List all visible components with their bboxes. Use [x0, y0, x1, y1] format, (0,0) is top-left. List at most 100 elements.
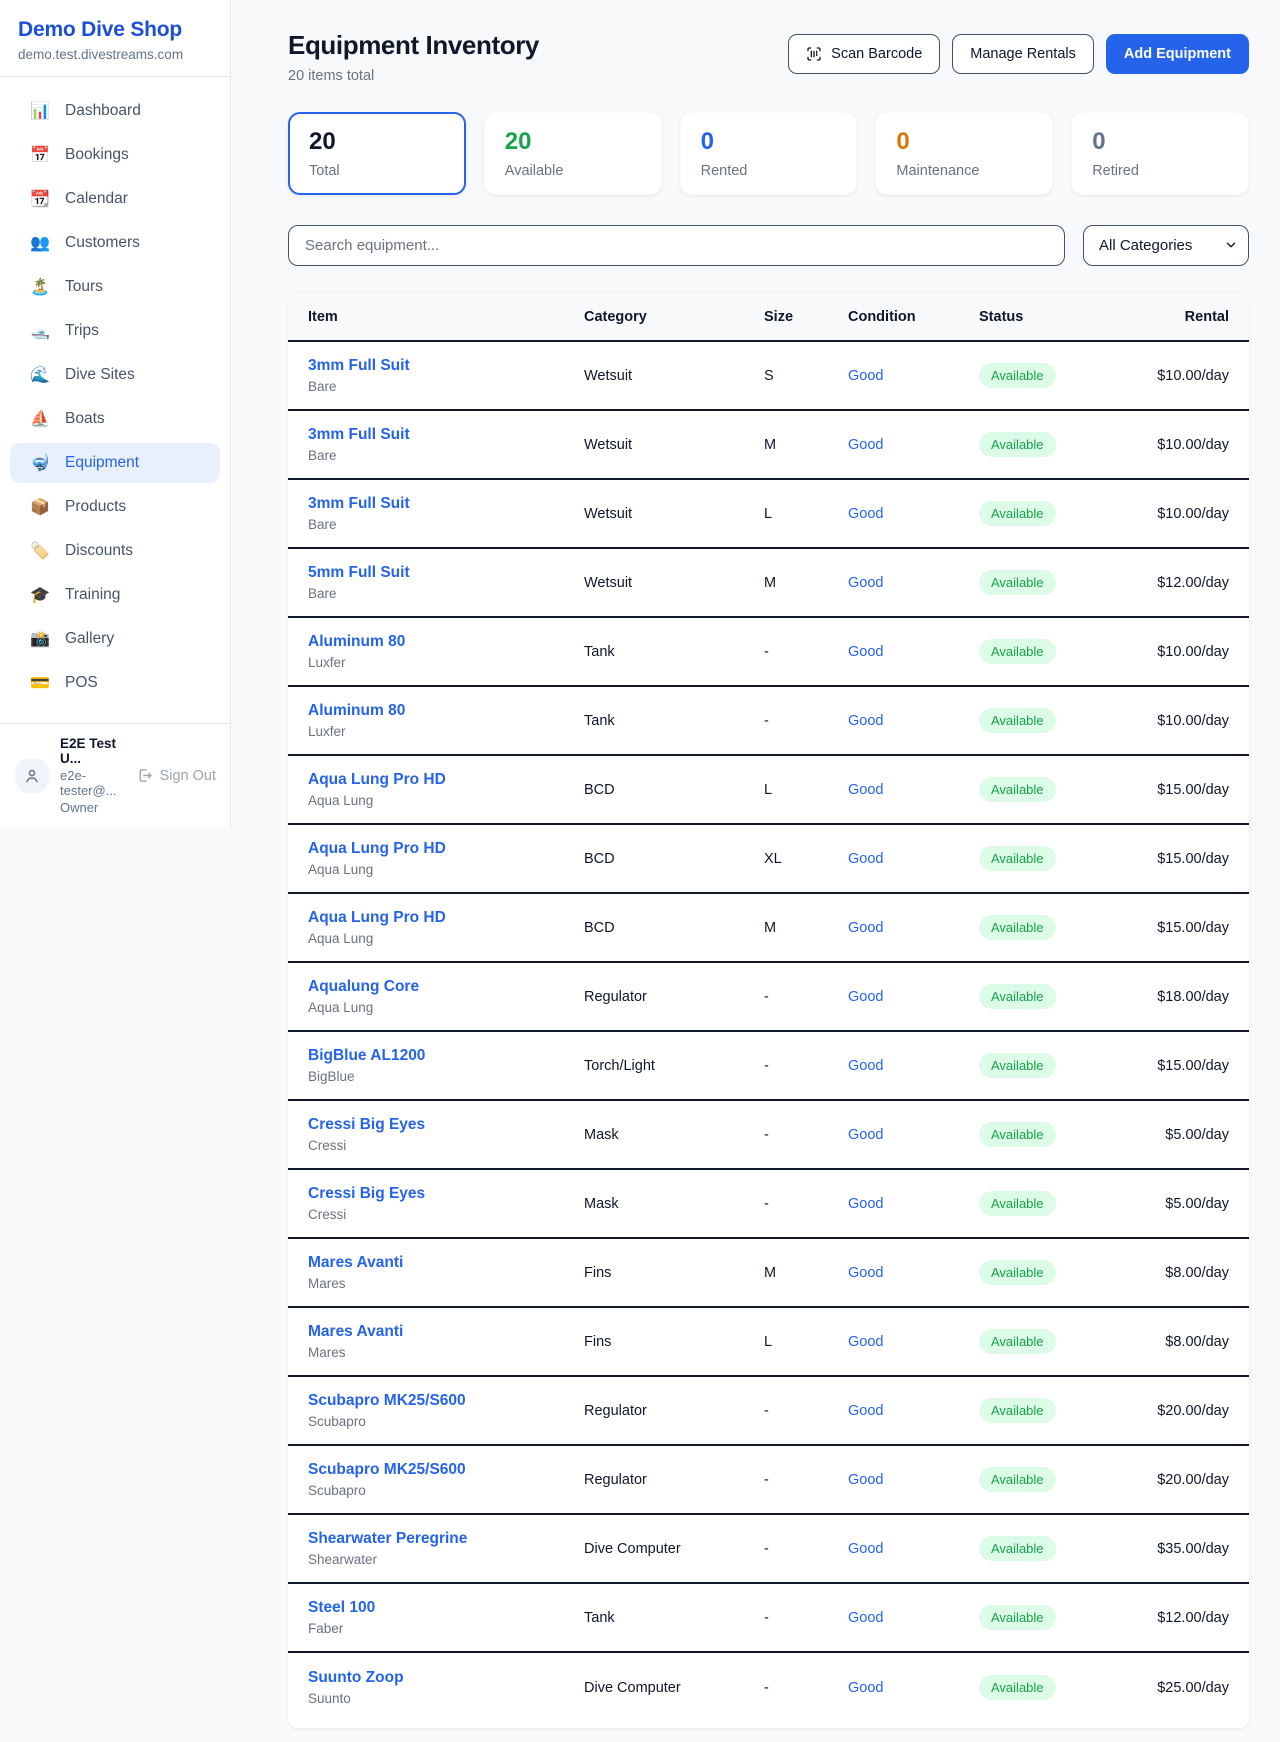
- item-condition-link[interactable]: Good: [848, 713, 979, 729]
- sidebar-item[interactable]: 🏷️ Discounts: [10, 531, 220, 571]
- category-select[interactable]: All Categories: [1083, 225, 1249, 266]
- table-row: Aqua Lung Pro HD Aqua Lung BCD XL Good A…: [288, 825, 1249, 894]
- sidebar-item[interactable]: 📆 Calendar: [10, 179, 220, 219]
- nav-icon: 🎓: [30, 585, 50, 605]
- brand-title[interactable]: Demo Dive Shop: [18, 18, 212, 42]
- sidebar-item[interactable]: 🏝️ Tours: [10, 267, 220, 307]
- item-condition-link[interactable]: Good: [848, 437, 979, 453]
- item-condition-link[interactable]: Good: [848, 920, 979, 936]
- item-condition-link[interactable]: Good: [848, 989, 979, 1005]
- stat-label: Available: [505, 163, 641, 179]
- add-equipment-button[interactable]: Add Equipment: [1106, 34, 1249, 74]
- item-name-link[interactable]: 5mm Full Suit: [308, 564, 584, 582]
- sidebar-item[interactable]: 📸 Gallery: [10, 619, 220, 659]
- main-content: Equipment Inventory 20 items total Scan …: [231, 0, 1280, 1728]
- item-name-link[interactable]: Shearwater Peregrine: [308, 1530, 584, 1548]
- item-condition-link[interactable]: Good: [848, 1127, 979, 1143]
- item-condition-link[interactable]: Good: [848, 1196, 979, 1212]
- stat-card[interactable]: 20 Available: [484, 112, 662, 195]
- item-brand: Bare: [308, 517, 584, 532]
- sidebar-item[interactable]: 👥 Customers: [10, 223, 220, 263]
- sidebar-item[interactable]: 💳 POS: [10, 663, 220, 703]
- item-name-link[interactable]: Cressi Big Eyes: [308, 1116, 584, 1134]
- item-rental-price: $20.00/day: [1129, 1403, 1229, 1419]
- item-name-link[interactable]: Aluminum 80: [308, 702, 584, 720]
- item-condition-link[interactable]: Good: [848, 1610, 979, 1626]
- sidebar-item[interactable]: 🌊 Dive Sites: [10, 355, 220, 395]
- item-category: BCD: [584, 920, 764, 936]
- item-condition-link[interactable]: Good: [848, 1472, 979, 1488]
- item-rental-price: $10.00/day: [1129, 644, 1229, 660]
- item-condition-link[interactable]: Good: [848, 368, 979, 384]
- item-name-link[interactable]: Aqualung Core: [308, 978, 584, 996]
- item-name-link[interactable]: Aqua Lung Pro HD: [308, 840, 584, 858]
- item-condition-link[interactable]: Good: [848, 1680, 979, 1696]
- item-name-link[interactable]: Scubapro MK25/S600: [308, 1461, 584, 1479]
- stat-card[interactable]: 20 Total: [288, 112, 466, 195]
- item-name-link[interactable]: Mares Avanti: [308, 1323, 584, 1341]
- table-row: Aqua Lung Pro HD Aqua Lung BCD L Good Av…: [288, 756, 1249, 825]
- item-name-link[interactable]: Scubapro MK25/S600: [308, 1392, 584, 1410]
- sidebar-nav: 📊 Dashboard 📅 Bookings 📆 Calendar 👥 Cust…: [0, 77, 230, 717]
- sidebar-item[interactable]: 🎓 Training: [10, 575, 220, 615]
- status-badge: Available: [979, 501, 1056, 526]
- item-condition-link[interactable]: Good: [848, 1541, 979, 1557]
- stat-label: Retired: [1092, 163, 1228, 179]
- item-name-link[interactable]: Aqua Lung Pro HD: [308, 771, 584, 789]
- stat-value: 20: [505, 128, 641, 156]
- avatar: [14, 758, 50, 794]
- item-condition-link[interactable]: Good: [848, 1265, 979, 1281]
- sidebar-item[interactable]: 📊 Dashboard: [10, 91, 220, 131]
- item-name-link[interactable]: Steel 100: [308, 1599, 584, 1617]
- sidebar-item[interactable]: 🤿 Equipment: [10, 443, 220, 483]
- nav-icon: 🛥️: [30, 321, 50, 341]
- item-name-link[interactable]: 3mm Full Suit: [308, 495, 584, 513]
- item-condition-link[interactable]: Good: [848, 644, 979, 660]
- sidebar-item[interactable]: 🛥️ Trips: [10, 311, 220, 351]
- item-category: Regulator: [584, 1403, 764, 1419]
- filter-bar: All Categories: [288, 225, 1249, 266]
- item-size: M: [764, 1265, 848, 1281]
- item-name-link[interactable]: Mares Avanti: [308, 1254, 584, 1272]
- item-condition-link[interactable]: Good: [848, 506, 979, 522]
- sidebar-item[interactable]: 📅 Bookings: [10, 135, 220, 175]
- item-name-link[interactable]: Aqua Lung Pro HD: [308, 909, 584, 927]
- item-name-link[interactable]: Cressi Big Eyes: [308, 1185, 584, 1203]
- stat-value: 0: [701, 128, 837, 156]
- item-condition-link[interactable]: Good: [848, 575, 979, 591]
- item-category: Wetsuit: [584, 506, 764, 522]
- nav-label: Dashboard: [65, 102, 141, 120]
- stat-value: 0: [896, 128, 1032, 156]
- nav-label: Discounts: [65, 542, 133, 560]
- manage-rentals-button[interactable]: Manage Rentals: [952, 34, 1094, 74]
- item-size: -: [764, 1541, 848, 1557]
- items-total: 20 items total: [288, 68, 539, 84]
- sidebar-item[interactable]: 📦 Products: [10, 487, 220, 527]
- category-select-wrap: All Categories: [1083, 225, 1249, 266]
- item-rental-price: $20.00/day: [1129, 1472, 1229, 1488]
- status-badge: Available: [979, 846, 1056, 871]
- item-name-link[interactable]: 3mm Full Suit: [308, 426, 584, 444]
- item-condition-link[interactable]: Good: [848, 1058, 979, 1074]
- stat-card[interactable]: 0 Maintenance: [875, 112, 1053, 195]
- item-size: M: [764, 920, 848, 936]
- stat-card[interactable]: 0 Retired: [1071, 112, 1249, 195]
- item-name-link[interactable]: Aluminum 80: [308, 633, 584, 651]
- item-condition-link[interactable]: Good: [848, 851, 979, 867]
- page-title: Equipment Inventory: [288, 30, 539, 61]
- table-row: 3mm Full Suit Bare Wetsuit L Good Availa…: [288, 480, 1249, 549]
- item-name-link[interactable]: BigBlue AL1200: [308, 1047, 584, 1065]
- item-name-link[interactable]: 3mm Full Suit: [308, 357, 584, 375]
- stat-card[interactable]: 0 Rented: [680, 112, 858, 195]
- sign-out-button[interactable]: Sign Out: [136, 767, 216, 784]
- item-condition-link[interactable]: Good: [848, 1334, 979, 1350]
- item-condition-link[interactable]: Good: [848, 782, 979, 798]
- scan-barcode-button[interactable]: Scan Barcode: [788, 34, 940, 74]
- table-row: Mares Avanti Mares Fins L Good Available…: [288, 1308, 1249, 1377]
- stats-cards: 20 Total 20 Available 0 Rented 0 Mainten…: [288, 112, 1249, 195]
- sidebar-item[interactable]: ⛵ Boats: [10, 399, 220, 439]
- search-input[interactable]: [288, 225, 1065, 266]
- item-name-link[interactable]: Suunto Zoop: [308, 1669, 584, 1687]
- nav-icon: 📆: [30, 189, 50, 209]
- item-condition-link[interactable]: Good: [848, 1403, 979, 1419]
